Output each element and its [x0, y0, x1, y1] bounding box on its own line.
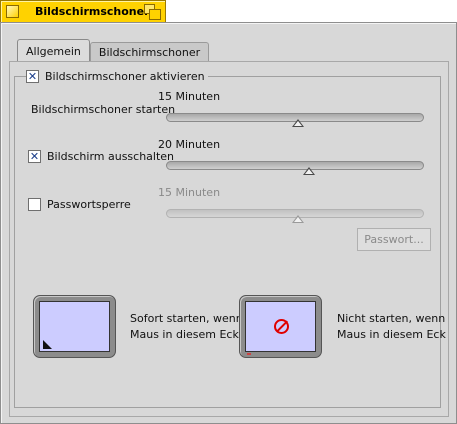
screen-off-row[interactable]: ✕ Bildschirm ausschalten [28, 150, 174, 163]
password-time-slider-thumb [292, 215, 304, 223]
preferences-window: Allgemein Bildschirmschoner ✕ Bildschirm… [0, 22, 457, 424]
password-button: Passwort... [357, 228, 431, 251]
password-lock-row[interactable]: Passwortsperre [28, 198, 131, 211]
never-start-corner-monitor[interactable] [239, 295, 322, 358]
password-lock-checkbox[interactable] [28, 198, 41, 211]
never-start-description: Nicht starten, wenn Maus in diesem Eck [337, 311, 446, 343]
never-start-line2: Maus in diesem Eck [337, 328, 446, 341]
corner-selected-icon [43, 340, 52, 349]
close-icon[interactable] [6, 5, 19, 18]
corner-marker-icon [247, 353, 251, 355]
start-now-line1: Sofort starten, wenn [130, 312, 243, 325]
window-title: Bildschirmschoner [35, 5, 150, 18]
start-now-corner-monitor[interactable] [33, 295, 116, 358]
enable-screensaver-checkbox[interactable]: ✕ [26, 70, 39, 83]
screen-off-time-value: 20 Minuten [158, 138, 221, 151]
start-time-value: 15 Minuten [158, 90, 221, 103]
tab-bar: Allgemein Bildschirmschoner [17, 39, 210, 61]
password-lock-label: Passwortsperre [47, 198, 131, 211]
start-time-slider-thumb[interactable] [292, 119, 304, 127]
zoom-icon[interactable] [144, 4, 161, 20]
never-start-line1: Nicht starten, wenn [337, 312, 446, 325]
enable-screensaver-row[interactable]: ✕ Bildschirmschoner aktivieren [26, 70, 208, 83]
tab-screensaver[interactable]: Bildschirmschoner [89, 42, 210, 61]
no-entry-icon [274, 319, 289, 334]
screen-off-slider-thumb[interactable] [303, 167, 315, 175]
screen-off-checkbox[interactable]: ✕ [28, 150, 41, 163]
enable-screensaver-label: Bildschirmschoner aktivieren [45, 70, 205, 83]
start-now-line2: Maus in diesem Eck [130, 328, 239, 341]
screen-off-label: Bildschirm ausschalten [47, 150, 175, 163]
never-start-corner-screen[interactable] [245, 301, 316, 355]
start-screensaver-label: Bildschirmschoner starten [31, 103, 176, 116]
window-title-tab[interactable]: Bildschirmschoner [0, 0, 166, 22]
password-time-value: 15 Minuten [158, 186, 221, 199]
start-now-corner-screen[interactable] [39, 301, 110, 352]
start-now-description: Sofort starten, wenn Maus in diesem Eck [130, 311, 243, 343]
tab-general[interactable]: Allgemein [17, 39, 90, 61]
screen-off-slider[interactable] [166, 161, 424, 170]
